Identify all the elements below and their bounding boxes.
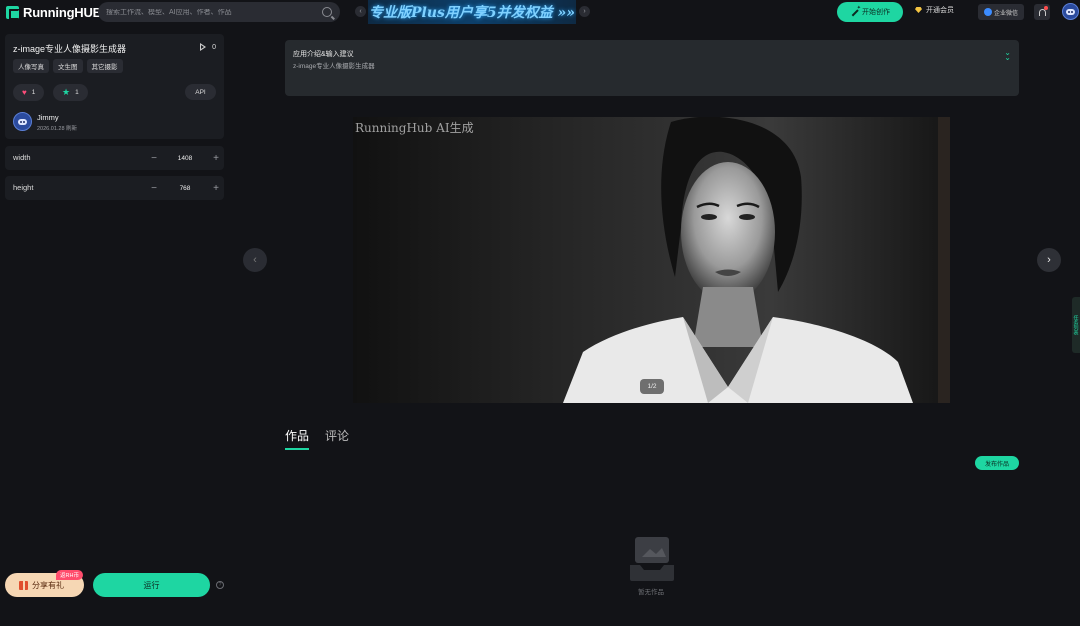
- start-create-button[interactable]: 开始创作: [837, 2, 903, 22]
- banner-next-button[interactable]: ›: [579, 6, 590, 17]
- param-height: height − 768 +: [5, 176, 224, 200]
- logo-text: RunningHUB: [23, 4, 102, 20]
- author-avatar[interactable]: [13, 112, 32, 131]
- task-list-side-tab[interactable]: 任务列表: [1072, 297, 1080, 353]
- app-root: RunningHUB ‹ 专业版Plus用户享5并发权益 »» › 开始创作 开…: [0, 0, 1080, 626]
- start-create-label: 开始创作: [862, 9, 890, 16]
- help-icon[interactable]: ?: [216, 581, 224, 589]
- intro-text: z-image专业人像摄影生成器: [293, 63, 375, 70]
- carousel-pager: 1/2: [640, 379, 664, 394]
- banner-prev-button[interactable]: ‹: [355, 6, 366, 17]
- carousel-prev-button[interactable]: ‹: [243, 248, 267, 272]
- play-icon: [200, 43, 207, 51]
- robot-avatar-icon: [18, 118, 27, 125]
- portrait-illustration: [353, 117, 950, 403]
- param-height-label: height: [13, 183, 34, 192]
- search-bar[interactable]: [98, 2, 340, 22]
- watermark-text: RunningHub AI生成: [355, 121, 474, 135]
- tag[interactable]: 人像写真: [13, 59, 49, 73]
- app-info-card: z-image专业人像摄影生成器 0 人像写真 文生图 其它摄影 ♥ 1 ★ 1…: [5, 34, 224, 139]
- like-count: 1: [31, 89, 36, 96]
- carousel-next-button[interactable]: ›: [1037, 248, 1061, 272]
- decrement-button[interactable]: −: [147, 151, 161, 165]
- increment-button[interactable]: +: [209, 151, 223, 165]
- vip-label: 开通会员: [926, 7, 954, 14]
- search-input[interactable]: [106, 8, 322, 16]
- run-count-value: 0: [212, 43, 216, 51]
- wechat-icon: [983, 8, 992, 16]
- app-intro-panel: 应用介绍&输入建议 z-image专业人像摄影生成器 ⌄ ⌄: [285, 40, 1019, 96]
- enterprise-label: 企业微信: [993, 10, 1018, 17]
- heart-icon: ♥: [22, 88, 27, 97]
- width-stepper: − 1408 +: [147, 150, 223, 166]
- chevron-down-icon[interactable]: ⌄ ⌄: [1004, 49, 1011, 62]
- preview-image[interactable]: RunningHub AI生成 1/2: [353, 117, 950, 403]
- param-width-label: width: [13, 153, 31, 162]
- share-badge: 返RH币: [56, 570, 83, 580]
- run-count: 0: [200, 43, 216, 51]
- star-icon: ★: [62, 87, 71, 97]
- notification-dot: [1044, 6, 1048, 10]
- api-button[interactable]: API: [185, 84, 216, 100]
- param-width: width − 1408 +: [5, 146, 224, 170]
- tag[interactable]: 文生图: [53, 59, 83, 73]
- height-stepper: − 768 +: [147, 180, 223, 196]
- vip-button[interactable]: 开通会员: [915, 5, 954, 15]
- empty-text: 暂无作品: [638, 589, 664, 596]
- height-value[interactable]: 768: [180, 185, 191, 192]
- search-icon[interactable]: [322, 7, 332, 17]
- increment-button[interactable]: +: [209, 181, 223, 195]
- tab-works[interactable]: 作品: [285, 427, 310, 450]
- author-name[interactable]: Jimmy: [37, 113, 59, 122]
- enterprise-wechat-button[interactable]: 企业微信: [978, 4, 1024, 20]
- promo-banner[interactable]: 专业版Plus用户享5并发权益 »»: [368, 0, 576, 24]
- content-tabs: 作品 评论: [285, 427, 349, 450]
- empty-inbox-icon: [630, 537, 674, 581]
- tag[interactable]: 其它摄影: [86, 59, 123, 73]
- magic-wand-icon: [850, 5, 861, 17]
- robot-avatar-icon: [1066, 8, 1075, 15]
- promo-banner-text: 专业版Plus用户享5并发权益 »»: [368, 5, 576, 21]
- logo[interactable]: RunningHUB: [6, 4, 102, 20]
- like-button[interactable]: ♥ 1: [13, 84, 45, 101]
- logo-icon: [6, 5, 20, 20]
- notification-button[interactable]: [1034, 4, 1050, 20]
- intro-title: 应用介绍&输入建议: [293, 51, 354, 58]
- gift-icon: [19, 580, 28, 590]
- decrement-button[interactable]: −: [147, 181, 161, 195]
- top-header: RunningHUB ‹ 专业版Plus用户享5并发权益 »» › 开始创作 开…: [0, 0, 1080, 24]
- run-button[interactable]: 运行: [93, 573, 210, 597]
- share-label: 分享有礼: [32, 580, 64, 590]
- favorite-count: 1: [75, 89, 79, 96]
- width-value[interactable]: 1408: [178, 155, 192, 162]
- author-date: 2026.01.28 刷新: [37, 126, 78, 132]
- publish-work-button[interactable]: 发布作品: [975, 456, 1019, 470]
- app-title: z-image专业人像摄影生成器: [13, 44, 127, 54]
- diamond-icon: [915, 7, 922, 13]
- user-avatar[interactable]: [1062, 3, 1079, 20]
- tag-list: 人像写真 文生图 其它摄影: [13, 59, 123, 73]
- tab-comments[interactable]: 评论: [325, 427, 349, 450]
- favorite-button[interactable]: ★ 1: [53, 84, 88, 101]
